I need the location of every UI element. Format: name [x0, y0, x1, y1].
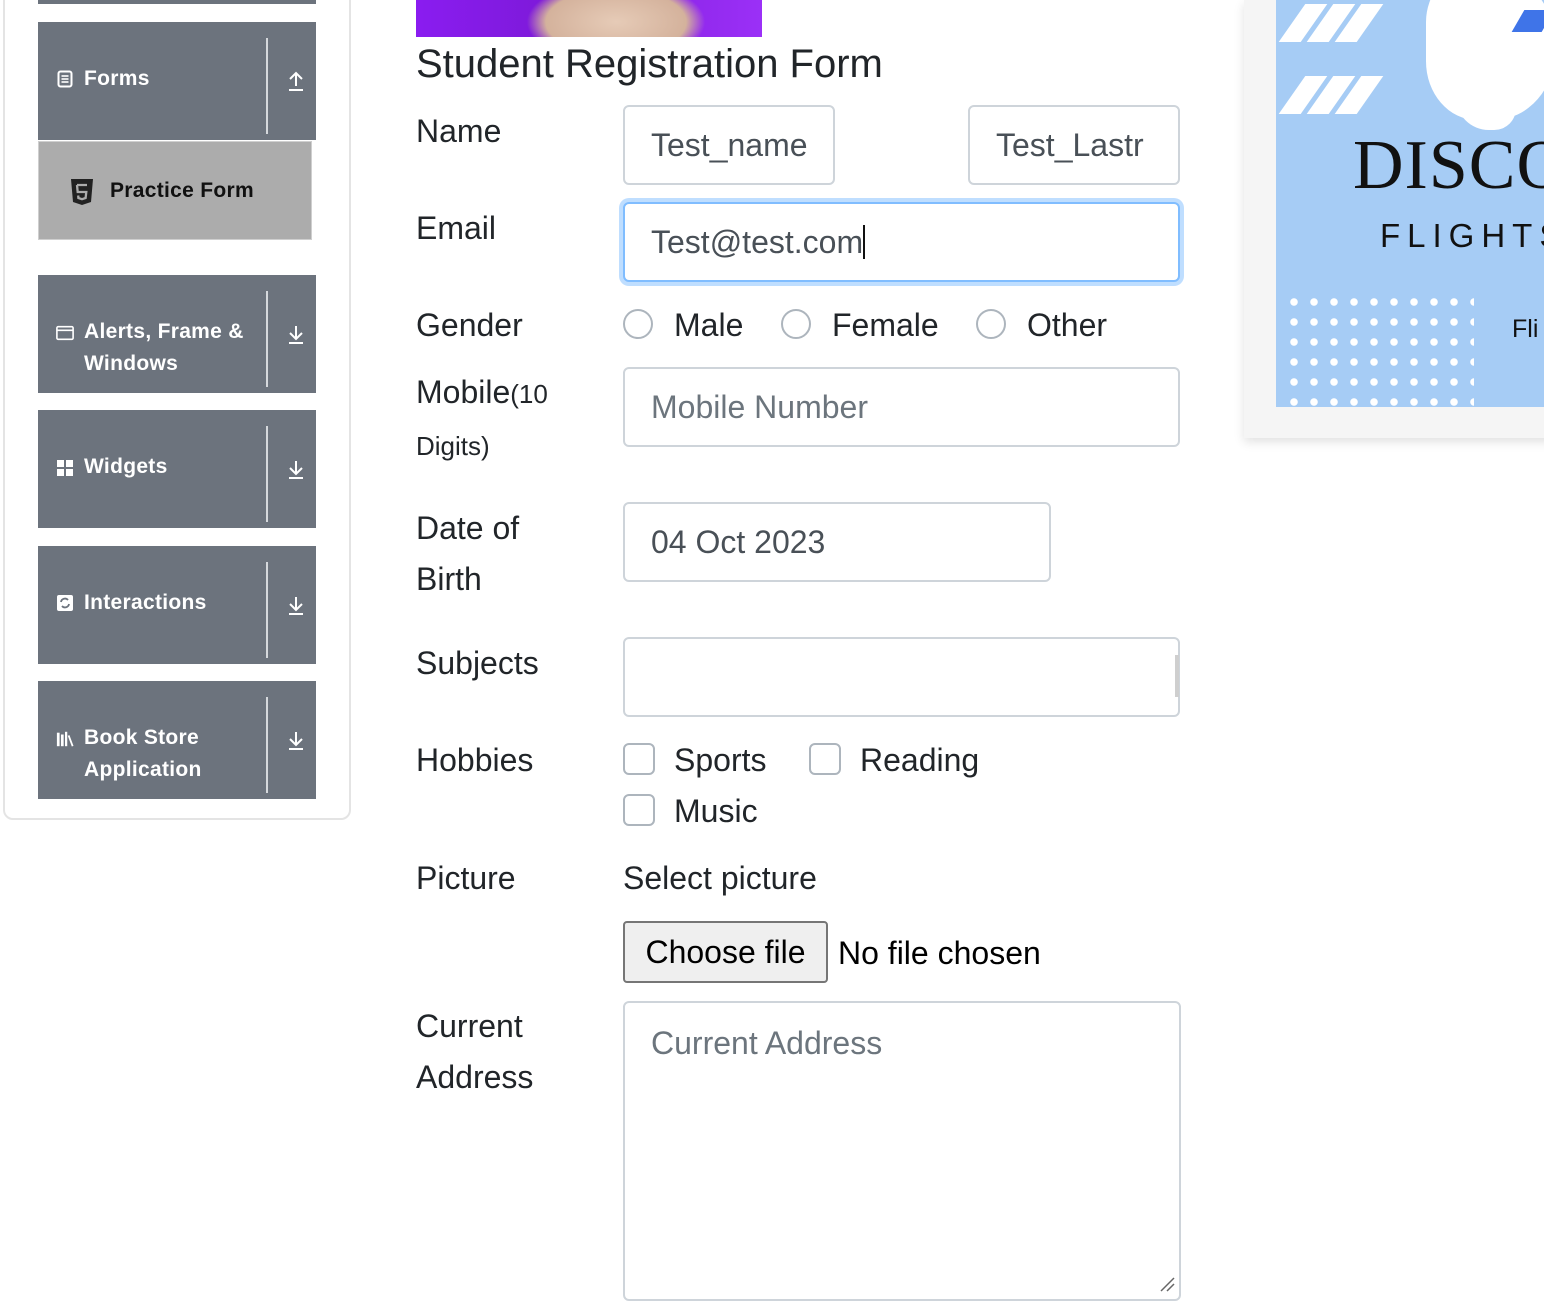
- date-of-birth-input[interactable]: 04 Oct 2023: [623, 502, 1051, 582]
- gender-female-radio[interactable]: [781, 309, 811, 339]
- interactions-icon: [56, 594, 74, 612]
- mobile-label: Mobile(10: [416, 374, 548, 410]
- hobby-music-checkbox[interactable]: [623, 794, 655, 826]
- name-label: Name: [416, 113, 502, 149]
- sidebar-group-label: Book Store Application: [84, 726, 202, 781]
- expand-down-icon[interactable]: [276, 275, 316, 393]
- current-address-textarea[interactable]: Current Address: [623, 1001, 1181, 1301]
- email-value: Test@test.com: [651, 224, 864, 260]
- picture-label: Picture: [416, 860, 516, 896]
- sidebar-item-practice-form[interactable]: Practice Form: [38, 141, 312, 240]
- first-name-input[interactable]: Test_name: [623, 105, 835, 185]
- expand-down-icon[interactable]: [276, 410, 316, 528]
- file-status-text: No file chosen: [838, 935, 1041, 971]
- subjects-scrollbar[interactable]: [1175, 655, 1179, 697]
- expand-down-icon[interactable]: [276, 546, 316, 664]
- hobby-reading-checkbox[interactable]: [809, 743, 841, 775]
- subjects-label: Subjects: [416, 645, 539, 681]
- gender-female-label[interactable]: Female: [832, 305, 939, 345]
- sidebar-group-label: Forms: [84, 67, 150, 90]
- sidebar-group-book-store-application[interactable]: Book Store Application: [38, 681, 316, 799]
- divider: [266, 697, 268, 793]
- hobbies-label: Hobbies: [416, 742, 534, 778]
- window-icon: [56, 324, 74, 342]
- gender-other-label[interactable]: Other: [1027, 305, 1107, 345]
- ad-subline: FLIGHTS: [1380, 217, 1544, 254]
- email-label: Email: [416, 210, 497, 246]
- sidebar-group-label: Alerts, Frame & Windows: [84, 320, 244, 375]
- last-name-input[interactable]: Test_Lastr: [968, 105, 1180, 185]
- gender-male-label[interactable]: Male: [674, 305, 743, 345]
- sidebar-group-label: Interactions: [84, 591, 207, 614]
- html5-icon: [69, 178, 95, 211]
- world-map-shape: [1456, 70, 1516, 130]
- header-banner-image: [416, 0, 762, 37]
- current-address-placeholder: Current Address: [651, 1025, 883, 1061]
- gender-male-radio[interactable]: [623, 309, 653, 339]
- sidebar-group-label: Widgets: [84, 455, 168, 478]
- banner-person-image: [526, 0, 706, 37]
- choose-file-button[interactable]: Choose file: [623, 921, 828, 983]
- form-list-icon: [56, 70, 74, 88]
- gender-label: Gender: [416, 307, 523, 343]
- divider: [266, 38, 268, 134]
- divider: [266, 426, 268, 522]
- books-icon: [56, 730, 74, 748]
- decor-dots: [1284, 292, 1474, 406]
- sidebar-item-label: Practice Form: [110, 179, 254, 202]
- hobby-sports-label[interactable]: Sports: [674, 740, 766, 780]
- divider: [266, 562, 268, 658]
- expand-down-icon[interactable]: [276, 681, 316, 799]
- sidebar-group-forms[interactable]: Forms: [38, 22, 316, 140]
- divider: [266, 291, 268, 387]
- hobby-reading-label[interactable]: Reading: [860, 740, 979, 780]
- advertisement-banner[interactable]: DISCO FLIGHTS Fli: [1276, 0, 1544, 407]
- ad-headline: DISCO: [1353, 127, 1544, 204]
- select-picture-caption: Select picture: [623, 860, 817, 896]
- sidebar-group-elements-edge[interactable]: [38, 0, 316, 4]
- hobby-music-label[interactable]: Music: [674, 791, 758, 831]
- collapse-up-icon[interactable]: [276, 22, 316, 140]
- current-address-label: Current Address: [416, 1008, 534, 1095]
- email-input[interactable]: Test@test.com: [623, 202, 1180, 282]
- widgets-grid-icon: [56, 459, 74, 477]
- hobby-sports-checkbox[interactable]: [623, 743, 655, 775]
- gender-other-radio[interactable]: [976, 309, 1006, 339]
- sidebar-group-alerts-frame-windows[interactable]: Alerts, Frame & Windows: [38, 275, 316, 393]
- subjects-input[interactable]: [623, 637, 1180, 717]
- text-caret: [863, 225, 866, 259]
- page-title: Student Registration Form: [416, 42, 883, 86]
- mobile-number-input[interactable]: Mobile Number: [623, 367, 1180, 447]
- date-of-birth-label: Date of Birth: [416, 510, 520, 597]
- ad-small-text: Fli: [1512, 315, 1539, 343]
- sidebar-group-interactions[interactable]: Interactions: [38, 546, 316, 664]
- resize-grip-icon[interactable]: [1159, 1261, 1175, 1301]
- sidebar-group-widgets[interactable]: Widgets: [38, 410, 316, 528]
- mobile-hint-label: Digits): [416, 431, 490, 461]
